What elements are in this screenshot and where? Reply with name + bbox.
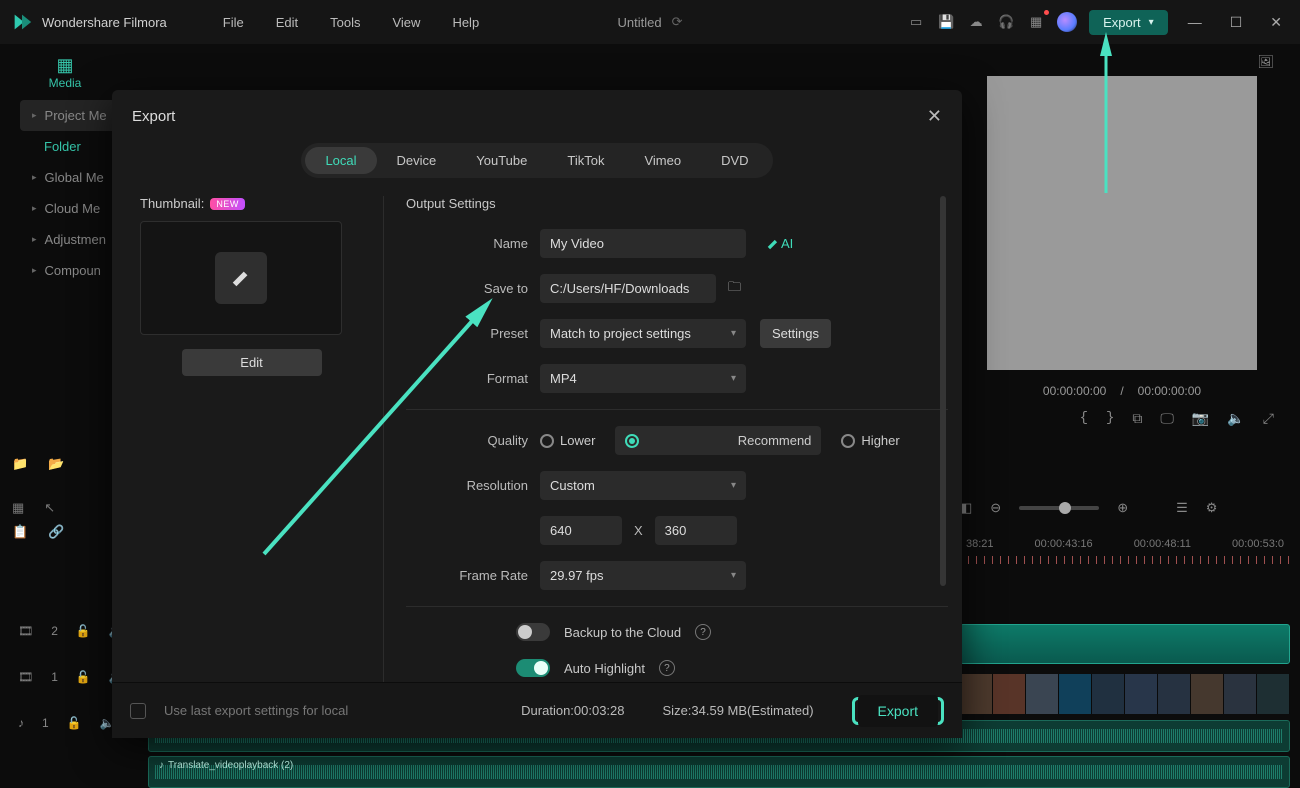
menu-tools[interactable]: Tools <box>314 15 376 30</box>
cloud-icon[interactable]: ☁ <box>967 13 985 31</box>
folder-icon[interactable]: 🗀 <box>728 278 741 300</box>
chevron-down-icon: ▾ <box>1149 17 1154 28</box>
export-top-button[interactable]: Export ▾ <box>1089 10 1168 35</box>
resolution-label: Resolution <box>406 478 540 493</box>
scrollbar[interactable] <box>940 196 946 586</box>
new-badge: NEW <box>210 198 245 210</box>
use-last-settings-checkbox[interactable] <box>130 703 146 719</box>
apps-icon[interactable]: ▦ <box>1027 13 1045 31</box>
backup-cloud-label: Backup to the Cloud <box>564 625 681 640</box>
preset-label: Preset <box>406 326 540 341</box>
tab-tiktok[interactable]: TikTok <box>547 147 624 174</box>
framerate-label: Frame Rate <box>406 568 540 583</box>
height-input[interactable] <box>655 516 737 545</box>
close-icon[interactable]: ✕ <box>927 106 942 127</box>
name-input[interactable] <box>540 229 746 258</box>
thumbnail-label: Thumbnail: <box>140 196 204 211</box>
chevron-down-icon: ▾ <box>731 328 736 339</box>
export-dialog: Export ✕ Local Device YouTube TikTok Vim… <box>112 90 962 738</box>
ai-avatar-icon[interactable] <box>1057 12 1077 32</box>
export-button[interactable]: Export <box>858 695 938 727</box>
divider <box>406 409 948 410</box>
use-last-settings-label: Use last export settings for local <box>164 703 348 718</box>
window-minimize[interactable]: — <box>1180 14 1210 30</box>
top-menu-bar: Wondershare Filmora File Edit Tools View… <box>0 0 1300 44</box>
window-maximize[interactable]: ☐ <box>1222 14 1251 31</box>
help-icon[interactable]: ? <box>659 660 675 676</box>
menu-help[interactable]: Help <box>436 15 495 30</box>
tab-dvd[interactable]: DVD <box>701 147 768 174</box>
output-settings-title: Output Settings <box>406 196 948 211</box>
edit-button[interactable]: Edit <box>182 349 322 376</box>
quality-label: Quality <box>406 433 540 448</box>
resolution-select[interactable]: Custom▾ <box>540 471 746 500</box>
duration-info: Duration:00:03:28 <box>521 703 624 718</box>
thumbnail-preview[interactable] <box>140 221 342 335</box>
width-input[interactable] <box>540 516 622 545</box>
divider <box>406 606 948 607</box>
tab-device[interactable]: Device <box>377 147 457 174</box>
tab-vimeo[interactable]: Vimeo <box>624 147 701 174</box>
app-title: Wondershare Filmora <box>42 15 167 30</box>
x-separator: X <box>634 523 643 538</box>
backup-cloud-toggle[interactable] <box>516 623 550 641</box>
format-label: Format <box>406 371 540 386</box>
save-icon[interactable]: 💾 <box>937 13 955 31</box>
tab-youtube[interactable]: YouTube <box>456 147 547 174</box>
chevron-down-icon: ▾ <box>731 373 736 384</box>
ai-name-button[interactable]: AI <box>766 236 793 251</box>
chevron-down-icon: ▾ <box>731 480 736 491</box>
size-info: Size:34.59 MB(Estimated) <box>663 703 814 718</box>
quality-lower[interactable]: Lower <box>540 426 595 455</box>
help-icon[interactable]: ? <box>695 624 711 640</box>
sync-icon[interactable]: ⟳ <box>672 14 683 30</box>
quality-recommend[interactable]: Recommend <box>615 426 821 455</box>
name-label: Name <box>406 236 540 251</box>
menu-edit[interactable]: Edit <box>260 15 314 30</box>
export-tabs: Local Device YouTube TikTok Vimeo DVD <box>301 143 772 178</box>
export-top-label: Export <box>1103 15 1141 30</box>
dialog-title: Export <box>132 108 175 125</box>
monitor-icon[interactable]: ▭ <box>907 13 925 31</box>
document-title: Untitled ⟳ <box>618 14 683 30</box>
export-button-highlight: Export <box>852 697 944 725</box>
menu-file[interactable]: File <box>207 15 260 30</box>
chevron-down-icon: ▾ <box>731 570 736 581</box>
saveto-label: Save to <box>406 281 540 296</box>
window-close[interactable]: ✕ <box>1262 14 1290 31</box>
settings-button[interactable]: Settings <box>760 319 831 348</box>
framerate-select[interactable]: 29.97 fps▾ <box>540 561 746 590</box>
doc-name: Untitled <box>618 15 662 30</box>
quality-higher[interactable]: Higher <box>841 426 899 455</box>
app-logo <box>10 10 34 34</box>
format-select[interactable]: MP4▾ <box>540 364 746 393</box>
preset-select[interactable]: Match to project settings▾ <box>540 319 746 348</box>
edit-thumbnail-icon[interactable] <box>215 252 267 304</box>
headset-icon[interactable]: 🎧 <box>997 13 1015 31</box>
auto-highlight-toggle[interactable] <box>516 659 550 677</box>
menu-view[interactable]: View <box>376 15 436 30</box>
tab-local[interactable]: Local <box>305 147 376 174</box>
auto-highlight-label: Auto Highlight <box>564 661 645 676</box>
savepath-input[interactable] <box>540 274 716 303</box>
